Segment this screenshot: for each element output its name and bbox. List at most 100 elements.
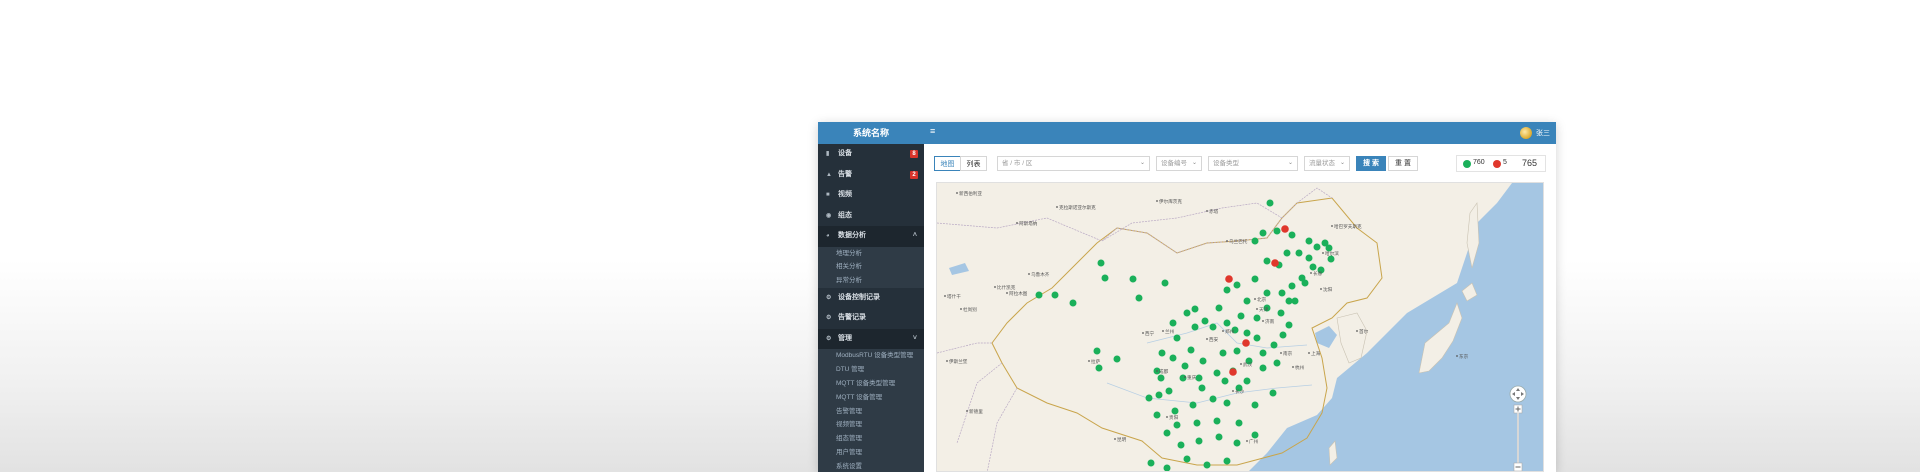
gear-icon: ⚙ xyxy=(826,315,832,322)
map-place-label: 杜尚别 xyxy=(963,306,977,313)
sidebar-item-alarm-records[interactable]: ⚙ 告警记录 xyxy=(818,308,924,329)
map-label-dot xyxy=(1016,222,1018,224)
map-label-dot xyxy=(1162,330,1164,332)
map-place-label: 新德里 xyxy=(969,408,983,415)
reset-button[interactable]: 重 置 xyxy=(1388,156,1418,171)
map-place-label: 成都 xyxy=(1159,368,1169,375)
eye-icon: ◉ xyxy=(826,212,832,219)
map-label-dot xyxy=(1254,298,1256,300)
map-place-label: 济南 xyxy=(1265,318,1275,325)
map-label-dot xyxy=(1280,352,1282,354)
sub-item-anomaly-analysis[interactable]: 异常分析 xyxy=(818,274,924,288)
sidebar-item-label: 视频 xyxy=(837,191,852,198)
sub-item-dtu[interactable]: DTU 管理 xyxy=(818,363,924,377)
map-label-dot xyxy=(1088,360,1090,362)
map-place-label: 乌兰巴托 xyxy=(1229,238,1248,245)
map-place-label: 首尔 xyxy=(1359,328,1369,335)
region-placeholder: 省 / 市 / 区 xyxy=(1002,160,1033,167)
sub-item-geo-analysis[interactable]: 地理分析 xyxy=(818,247,924,261)
map-label-dot xyxy=(1356,330,1358,332)
alarm-count-badge: 2 xyxy=(910,170,918,179)
map-label-dot xyxy=(1456,355,1458,357)
map-zoom-control[interactable] xyxy=(1507,385,1529,472)
region-select[interactable]: 省 / 市 / 区 ⌄ xyxy=(997,156,1150,171)
sidebar-item-label: 设备控制记录 xyxy=(837,293,880,301)
sub-item-system-settings[interactable]: 系统设置 xyxy=(818,460,924,472)
user-name[interactable]: 张三 xyxy=(1536,128,1550,138)
hamburger-icon[interactable]: ≡ xyxy=(930,126,935,136)
map-label-dot xyxy=(1256,308,1258,310)
filter-toolbar: 地图 列表 省 / 市 / 区 ⌄ 设备编号 ⌄ 设备类型 ⌄ 流量状态 ⌄ 搜… xyxy=(924,144,1556,180)
sub-item-mqtt-type[interactable]: MQTT 设备类型管理 xyxy=(818,377,924,391)
device-number-placeholder: 设备编号 xyxy=(1161,160,1187,167)
sidebar-item-label: 告警记录 xyxy=(837,314,866,322)
sub-item-video-mgmt[interactable]: 视频管理 xyxy=(818,418,924,432)
map-label-dot xyxy=(1056,206,1058,208)
map-label-dot xyxy=(1262,320,1264,322)
map-label-dot xyxy=(946,360,948,362)
tab-map[interactable]: 地图 xyxy=(934,156,961,171)
sidebar-item-config[interactable]: ◉ 组态 xyxy=(818,206,924,227)
map-place-label: 兰州 xyxy=(1165,328,1175,335)
map-place-label: 拉萨 xyxy=(1091,358,1101,365)
device-type-select[interactable]: 设备类型 ⌄ xyxy=(1208,156,1298,171)
sidebar-item-control-records[interactable]: ⚙ 设备控制记录 xyxy=(818,288,924,309)
map-place-label: 长沙 xyxy=(1235,388,1245,395)
chevron-up-icon: ˄ xyxy=(912,232,917,239)
map-place-label: 比什凯克 xyxy=(997,284,1016,291)
total-count: 765 xyxy=(1521,158,1537,168)
map-label-dot xyxy=(1320,288,1322,290)
map-label-dot xyxy=(944,295,946,297)
device-count-badge: 8 xyxy=(910,150,918,158)
map-place-label: 新西伯利亚 xyxy=(959,190,982,197)
sub-item-modbus[interactable]: ModbusRTU 设备类型管理 xyxy=(818,349,924,363)
sub-item-correlation-analysis[interactable]: 相关分析 xyxy=(818,260,924,274)
sidebar-item-video[interactable]: ■ 视频 xyxy=(818,185,924,206)
pan-icon[interactable] xyxy=(1507,385,1529,472)
map-label-dot xyxy=(1222,330,1224,332)
map-place-label: 北京 xyxy=(1257,296,1267,303)
sidebar-item-management[interactable]: ⚙ 管理 ˅ xyxy=(818,328,924,350)
map-place-label: 上海 xyxy=(1311,350,1321,357)
top-bar: ≡ 张三 xyxy=(924,122,1556,144)
sub-item-mqtt-device[interactable]: MQTT 设备管理 xyxy=(818,391,924,405)
map-label-dot xyxy=(1310,272,1312,274)
sub-item-alarm-mgmt[interactable]: 告警管理 xyxy=(818,405,924,419)
sub-item-user-mgmt[interactable]: 用户管理 xyxy=(818,446,924,460)
map-place-label: 郑州 xyxy=(1225,328,1235,335)
user-avatar[interactable] xyxy=(1520,127,1532,139)
map-label-dot xyxy=(1156,370,1158,372)
map-place-label: 哈巴罗夫斯克 xyxy=(1334,223,1362,230)
video-icon: ■ xyxy=(826,192,830,198)
map-place-label: 克拉斯诺亚尔斯克 xyxy=(1059,204,1096,211)
map-label-dot xyxy=(1006,292,1008,294)
sidebar-item-alarm[interactable]: ▲ 告警 2 xyxy=(818,165,924,186)
sidebar-item-label: 设备 xyxy=(837,150,852,157)
management-submenu: ModbusRTU 设备类型管理 DTU 管理 MQTT 设备类型管理 MQTT… xyxy=(818,349,924,472)
map-label-dot xyxy=(1292,366,1294,368)
map-label-dot xyxy=(1114,438,1116,440)
map-label-dot xyxy=(1232,390,1234,392)
search-button[interactable]: 搜 索 xyxy=(1356,156,1386,171)
map-label-dot xyxy=(1206,338,1208,340)
map-place-label: 昆明 xyxy=(1117,437,1127,443)
device-map[interactable]: 新西伯利亚 克拉斯诺亚尔斯克 伊尔库茨克 赤塔 哈巴罗夫斯克 乌兰巴托 阿斯塔纳 阿拉木图 乌鲁… xyxy=(936,182,1544,472)
chevron-down-icon: ⌄ xyxy=(1191,160,1197,166)
map-place-label: 乌鲁木齐 xyxy=(1031,271,1050,278)
map-label-dot xyxy=(1322,252,1324,254)
chevron-down-icon: ⌄ xyxy=(1339,160,1345,166)
device-number-select[interactable]: 设备编号 ⌄ xyxy=(1156,156,1202,171)
pie-chart-icon: ◕ xyxy=(826,233,830,239)
sidebar-item-label: 组态 xyxy=(837,211,852,219)
sidebar-item-device[interactable]: ▮ 设备 8 xyxy=(818,144,924,165)
status-select[interactable]: 流量状态 ⌄ xyxy=(1304,156,1350,171)
map-place-label: 西宁 xyxy=(1145,330,1155,337)
map-place-label: 沈阳 xyxy=(1323,286,1333,293)
brand-title: 系统名称 xyxy=(818,122,924,144)
map-label-dot xyxy=(1028,273,1030,275)
sidebar-item-data-analysis[interactable]: ◕ 数据分析 ˄ xyxy=(818,226,924,247)
sub-item-config-mgmt[interactable]: 组态管理 xyxy=(818,432,924,446)
map-place-label: 武汉 xyxy=(1243,361,1253,368)
tab-list[interactable]: 列表 xyxy=(960,156,987,171)
alarm-count: 5 xyxy=(1503,159,1507,166)
